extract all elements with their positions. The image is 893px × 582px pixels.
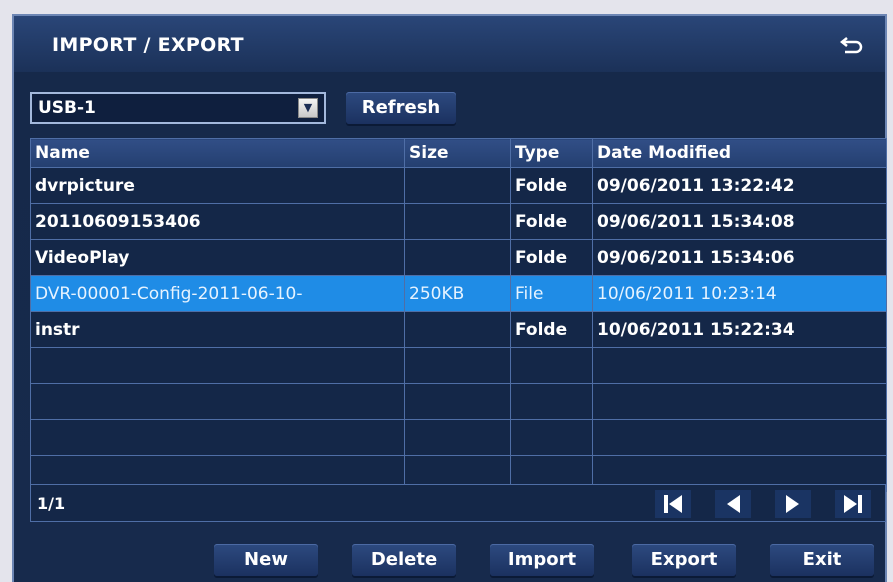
next-page-icon[interactable] — [775, 490, 811, 518]
cell-date: 10/06/2011 10:23:14 — [592, 275, 887, 312]
refresh-button[interactable]: Refresh — [346, 92, 456, 124]
table-header-row: Name Size Type Date Modified — [30, 138, 887, 168]
cell-type: Folde — [510, 167, 593, 204]
cell-type — [510, 347, 593, 384]
cell-type — [510, 383, 593, 420]
new-button[interactable]: New — [214, 544, 318, 576]
chevron-down-icon[interactable]: ▼ — [298, 98, 318, 118]
pager-bar: 1/1 — [30, 484, 886, 522]
column-header-type[interactable]: Type — [510, 138, 593, 168]
cell-size — [404, 203, 511, 240]
table-row-selected[interactable]: DVR-00001-Config-2011-06-10- 250KB File … — [30, 275, 887, 312]
device-select-value: USB-1 — [38, 98, 96, 118]
cell-size — [404, 347, 511, 384]
cell-date: 09/06/2011 15:34:06 — [592, 239, 887, 276]
cell-date — [592, 383, 887, 420]
cell-type — [510, 419, 593, 456]
column-header-date[interactable]: Date Modified — [592, 138, 887, 168]
cell-size — [404, 239, 511, 276]
cell-date: 09/06/2011 15:34:08 — [592, 203, 887, 240]
table-row-empty[interactable] — [30, 383, 887, 420]
column-header-size[interactable]: Size — [404, 138, 511, 168]
cell-name: instr — [30, 311, 405, 348]
cell-name: VideoPlay — [30, 239, 405, 276]
previous-page-glyph — [727, 495, 740, 513]
cell-type: Folde — [510, 239, 593, 276]
delete-button[interactable]: Delete — [352, 544, 456, 576]
cell-type: File — [510, 275, 593, 312]
table-row[interactable]: 20110609153406 Folde 09/06/2011 15:34:08 — [30, 203, 887, 240]
cell-name — [30, 419, 405, 456]
device-select[interactable]: USB-1 ▼ — [30, 92, 326, 124]
table-row-empty[interactable] — [30, 347, 887, 384]
cell-name — [30, 383, 405, 420]
first-page-glyph — [664, 495, 682, 513]
exit-button[interactable]: Exit — [770, 544, 874, 576]
cell-size — [404, 311, 511, 348]
next-page-glyph — [786, 495, 799, 513]
first-page-icon[interactable] — [655, 490, 691, 518]
table-row[interactable]: instr Folde 10/06/2011 15:22:34 — [30, 311, 887, 348]
page-indicator: 1/1 — [37, 494, 66, 513]
table-row[interactable]: dvrpicture Folde 09/06/2011 13:22:42 — [30, 167, 887, 204]
table-row[interactable]: VideoPlay Folde 09/06/2011 15:34:06 — [30, 239, 887, 276]
cell-type: Folde — [510, 311, 593, 348]
back-arrow-glyph — [839, 37, 863, 54]
cell-name: dvrpicture — [30, 167, 405, 204]
window-title: IMPORT / EXPORT — [52, 34, 244, 56]
last-page-glyph — [844, 495, 862, 513]
column-header-name[interactable]: Name — [30, 138, 405, 168]
cell-size: 250KB — [404, 275, 511, 312]
cell-date — [592, 347, 887, 384]
file-table: Name Size Type Date Modified dvrpicture … — [30, 138, 887, 492]
cell-name — [30, 347, 405, 384]
export-button[interactable]: Export — [632, 544, 736, 576]
cell-date: 09/06/2011 13:22:42 — [592, 167, 887, 204]
cell-date — [592, 419, 887, 456]
title-bar: IMPORT / EXPORT — [14, 16, 885, 72]
cell-size — [404, 419, 511, 456]
cell-size — [404, 383, 511, 420]
cell-date: 10/06/2011 15:22:34 — [592, 311, 887, 348]
cell-name: DVR-00001-Config-2011-06-10- — [30, 275, 405, 312]
previous-page-icon[interactable] — [715, 490, 751, 518]
cell-type: Folde — [510, 203, 593, 240]
cell-size — [404, 167, 511, 204]
back-arrow-icon[interactable] — [839, 34, 865, 56]
import-button[interactable]: Import — [490, 544, 594, 576]
cell-name: 20110609153406 — [30, 203, 405, 240]
table-row-empty[interactable] — [30, 419, 887, 456]
last-page-icon[interactable] — [835, 490, 871, 518]
